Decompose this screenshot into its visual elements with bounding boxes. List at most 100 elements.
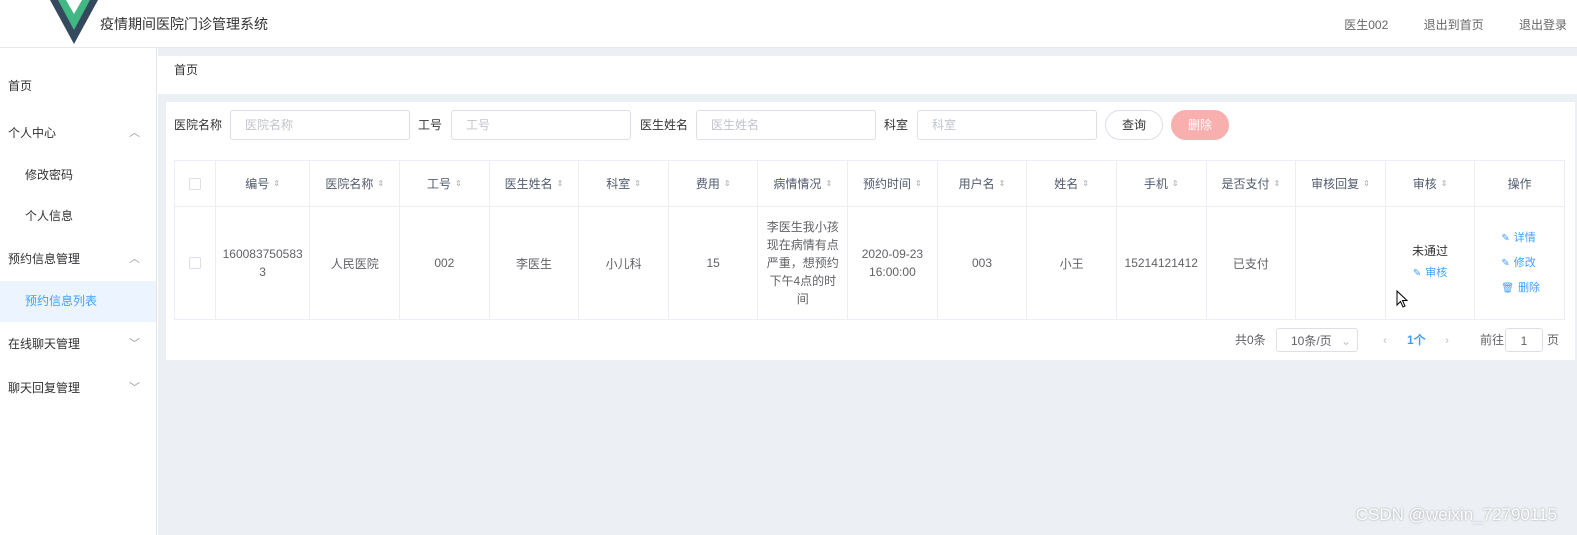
chevron-down-icon: ⌄ bbox=[1340, 334, 1351, 348]
mouse-cursor-icon bbox=[1396, 290, 1408, 308]
sidebar-item-home[interactable]: 首页 bbox=[0, 64, 156, 108]
review-link[interactable]: ✎ 审核 bbox=[1413, 261, 1447, 286]
sort-icon[interactable]: ⇕ bbox=[1172, 179, 1179, 188]
logout-link[interactable]: 退出登录 bbox=[1519, 16, 1567, 33]
breadcrumb: 首页 bbox=[158, 56, 1577, 94]
col-hospital: 医院名称 bbox=[325, 177, 374, 191]
sort-icon[interactable]: ⇕ bbox=[825, 179, 832, 188]
cell-department: 小儿科 bbox=[579, 207, 669, 319]
next-page-button[interactable]: › bbox=[1445, 328, 1449, 352]
top-header: 疫情期间医院门诊管理系统 医生002 退出到首页 退出登录 bbox=[0, 0, 1577, 48]
sidebar-item-appointment-mgmt[interactable]: 预约信息管理 ︿ bbox=[0, 237, 156, 281]
back-home-link[interactable]: 退出到首页 bbox=[1424, 16, 1484, 33]
total-count: 共0条 bbox=[1235, 333, 1266, 347]
current-user[interactable]: 医生002 bbox=[1344, 16, 1388, 33]
cell-username: 003 bbox=[938, 207, 1028, 319]
sort-icon[interactable]: ⇕ bbox=[273, 179, 280, 188]
delete-link[interactable]: 🗑 删除 bbox=[1501, 276, 1540, 301]
chevron-up-icon: ︿ bbox=[129, 253, 140, 265]
sort-icon[interactable]: ⇕ bbox=[724, 179, 731, 188]
edit-icon: ✎ bbox=[1501, 257, 1510, 269]
sort-icon[interactable]: ⇕ bbox=[455, 179, 462, 188]
col-job-no: 工号 bbox=[426, 177, 451, 191]
hospital-label: 医院名称 bbox=[174, 118, 223, 132]
app-title: 疫情期间医院门诊管理系统 bbox=[100, 16, 268, 32]
page-size-select[interactable]: 10条/页 ⌄ bbox=[1276, 328, 1358, 352]
col-paid: 是否支付 bbox=[1221, 177, 1270, 191]
chevron-down-icon: ﹀ bbox=[129, 338, 140, 350]
cell-hospital: 人民医院 bbox=[310, 207, 401, 319]
department-label: 科室 bbox=[884, 118, 909, 132]
table-header: 编号 ⇕ 医院名称 ⇕ 工号 ⇕ 医生姓名 ⇕ 科室 ⇕ 费用 ⇕ 病情情况 ⇕ 预约时间 ⇕ … bbox=[175, 161, 1564, 207]
sidebar-item-change-password[interactable]: 修改密码 bbox=[0, 155, 156, 196]
cell-reply bbox=[1296, 207, 1386, 319]
batch-delete-button[interactable]: 删除 bbox=[1171, 110, 1229, 140]
cell-name: 小王 bbox=[1027, 207, 1117, 319]
col-time: 预约时间 bbox=[863, 177, 912, 191]
job-no-input[interactable]: 工号 bbox=[451, 110, 631, 140]
col-phone: 手机 bbox=[1143, 177, 1168, 191]
pagination: 共0条 10条/页 ⌄ ‹ 1个 › 前往 1 页 bbox=[1235, 328, 1565, 352]
sort-icon[interactable]: ⇕ bbox=[634, 179, 641, 188]
vue-logo-icon bbox=[50, 0, 98, 44]
cell-job-no: 002 bbox=[400, 207, 490, 319]
col-fee: 费用 bbox=[695, 177, 720, 191]
review-status: 未通过 bbox=[1412, 243, 1449, 258]
main-content: 首页 医院名称 医院名称 工号 工号 医生姓名 医生姓名 科室 科室 查询 删除… bbox=[158, 48, 1577, 535]
col-username: 用户名 bbox=[958, 177, 995, 191]
sidebar-item-appointment-list[interactable]: 预约信息列表 bbox=[0, 281, 156, 322]
trash-icon: 🗑 bbox=[1501, 282, 1515, 294]
detail-link[interactable]: ✎ 详情 bbox=[1501, 226, 1535, 251]
sidebar-item-chat-reply-mgmt[interactable]: 聊天回复管理 ﹀ bbox=[0, 366, 156, 410]
select-all-checkbox[interactable] bbox=[175, 161, 216, 206]
col-reply: 审核回复 bbox=[1311, 177, 1360, 191]
col-department: 科室 bbox=[606, 177, 631, 191]
doctor-name-label: 医生姓名 bbox=[640, 118, 689, 132]
sort-icon[interactable]: ⇕ bbox=[999, 179, 1006, 188]
content-panel: 医院名称 医院名称 工号 工号 医生姓名 医生姓名 科室 科室 查询 删除 编号… bbox=[166, 102, 1575, 360]
edit-icon: ✎ bbox=[1501, 232, 1510, 244]
sidebar-item-personal-center[interactable]: 个人中心 ︿ bbox=[0, 111, 156, 155]
goto-page-input[interactable]: 1 bbox=[1505, 328, 1543, 352]
sidebar-item-personal-info[interactable]: 个人信息 bbox=[0, 196, 156, 237]
cell-paid: 已支付 bbox=[1207, 207, 1297, 319]
edit-link[interactable]: ✎ 修改 bbox=[1501, 251, 1535, 276]
col-actions: 操作 bbox=[1507, 177, 1532, 191]
query-button[interactable]: 查询 bbox=[1105, 110, 1163, 140]
chevron-down-icon: ﹀ bbox=[129, 382, 140, 394]
col-doctor: 医生姓名 bbox=[504, 177, 553, 191]
department-input[interactable]: 科室 bbox=[917, 110, 1097, 140]
sort-icon[interactable]: ⇕ bbox=[1441, 179, 1448, 188]
cell-actions: ✎ 详情 ✎ 修改 🗑 删除 bbox=[1475, 207, 1564, 319]
appointment-table: 编号 ⇕ 医院名称 ⇕ 工号 ⇕ 医生姓名 ⇕ 科室 ⇕ 费用 ⇕ 病情情况 ⇕ 预约时间 ⇕ … bbox=[174, 160, 1565, 320]
job-no-label: 工号 bbox=[418, 118, 443, 132]
cell-doctor: 李医生 bbox=[490, 207, 580, 319]
doctor-name-input[interactable]: 医生姓名 bbox=[696, 110, 876, 140]
search-form: 医院名称 医院名称 工号 工号 医生姓名 医生姓名 科室 科室 查询 删除 bbox=[166, 110, 1266, 140]
chevron-up-icon: ︿ bbox=[129, 127, 140, 139]
sort-icon[interactable]: ⇕ bbox=[915, 179, 922, 188]
edit-icon: ✎ bbox=[1412, 267, 1422, 279]
sort-icon[interactable]: ⇕ bbox=[1273, 179, 1280, 188]
current-page[interactable]: 1个 bbox=[1407, 328, 1426, 352]
cell-time: 2020-09-23 16:00:00 bbox=[848, 207, 938, 319]
sidebar: 首页 个人中心 ︿ 修改密码 个人信息 预约信息管理 ︿ 预约信息列表 在线聊天管理… bbox=[0, 48, 157, 535]
cell-phone: 15214121412 bbox=[1117, 207, 1207, 319]
sidebar-item-chat-mgmt[interactable]: 在线聊天管理 ﹀ bbox=[0, 322, 156, 366]
col-name: 姓名 bbox=[1054, 177, 1079, 191]
sort-icon[interactable]: ⇕ bbox=[377, 179, 384, 188]
sort-icon[interactable]: ⇕ bbox=[557, 179, 564, 188]
col-id: 编号 bbox=[245, 177, 270, 191]
cell-condition: 李医生我小孩现在病情有点严重，想预约下午4点的时间 bbox=[758, 207, 849, 319]
watermark: CSDN @weixin_72790115 bbox=[1355, 505, 1557, 524]
sort-icon[interactable]: ⇕ bbox=[1363, 179, 1370, 188]
sort-icon[interactable]: ⇕ bbox=[1082, 179, 1089, 188]
cell-id: 1600837505833 bbox=[216, 207, 311, 319]
page-unit-label: 页 bbox=[1547, 333, 1560, 347]
row-checkbox[interactable] bbox=[175, 207, 216, 319]
cell-fee: 15 bbox=[669, 207, 759, 319]
hospital-name-input[interactable]: 医院名称 bbox=[230, 110, 410, 140]
prev-page-button[interactable]: ‹ bbox=[1383, 328, 1387, 352]
table-row: 1600837505833 人民医院 002 李医生 小儿科 15 李医生我小孩… bbox=[175, 207, 1564, 319]
col-review: 审核 bbox=[1412, 177, 1437, 191]
